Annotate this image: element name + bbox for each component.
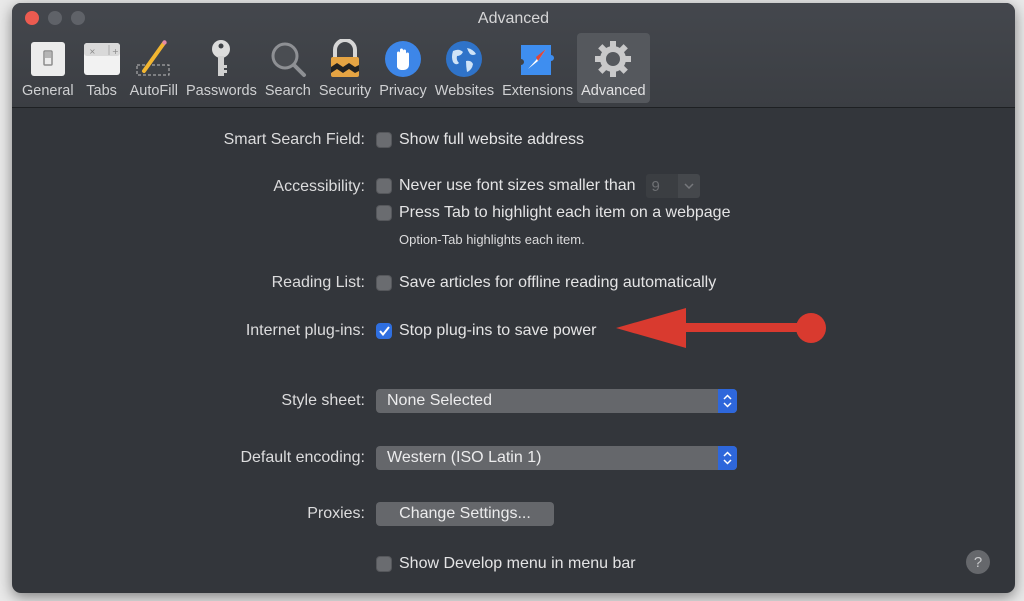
tab-autofill[interactable]: AutoFill [126,33,182,103]
option-tab-hint: Option-Tab highlights each item. [399,232,585,247]
develop-menu-text: Show Develop menu in menu bar [399,555,636,572]
reading-list-label: Reading List: [271,274,365,291]
tab-label: Security [318,83,372,99]
window-title: Advanced [477,10,550,27]
min-font-size-checkbox[interactable] [376,178,392,194]
key-icon [201,39,241,79]
help-button[interactable]: ? [966,550,990,574]
tab-label: Tabs [86,83,117,99]
plugins-label: Internet plug-ins: [245,322,365,339]
style-sheet-label: Style sheet: [281,392,365,409]
tab-label: General [22,83,74,99]
red-annotation-arrow [616,308,826,348]
offline-reading-row: Save articles for offline reading automa… [376,274,716,292]
chevron-down-icon [677,174,700,198]
tab-security[interactable]: Security [315,33,375,103]
tab-label: Search [264,83,311,99]
tab-privacy[interactable]: Privacy [375,33,431,103]
preferences-window: Advanced General × + Tabs AutoFill Passw… [12,3,1015,593]
tab-extensions[interactable]: Extensions [498,33,577,103]
stop-plugins-row: Stop plug-ins to save power [376,322,596,340]
up-down-chevron-icon [718,446,737,470]
checkmark-icon [378,326,390,336]
accessibility-label: Accessibility: [273,178,365,195]
general-switch-icon [28,39,68,79]
tab-label: Extensions [502,83,574,99]
tab-passwords[interactable]: Passwords [182,33,261,103]
compass-puzzle-icon [518,39,558,79]
develop-menu-row: Show Develop menu in menu bar [376,555,636,573]
encoding-value: Western (ISO Latin 1) [387,449,542,466]
hand-icon [383,39,423,79]
titlebar: Advanced General × + Tabs AutoFill Passw… [12,3,1015,108]
encoding-label: Default encoding: [240,449,365,466]
change-settings-button[interactable]: Change Settings... [376,502,554,526]
globe-icon [444,39,484,79]
tab-general[interactable]: General [18,33,78,103]
show-full-address-text: Show full website address [399,131,584,148]
font-size-select[interactable]: 9 [645,174,700,198]
tab-websites[interactable]: Websites [431,33,498,103]
svg-text:+: + [112,47,119,56]
show-full-address-row: Show full website address [376,131,584,149]
tab-highlight-row: Press Tab to highlight each item on a we… [376,204,730,222]
padlock-icon [325,39,365,79]
arrow-tail-dot [796,313,826,343]
magnifier-icon [268,39,308,79]
offline-reading-text: Save articles for offline reading automa… [399,274,717,291]
stop-plugins-text: Stop plug-ins to save power [399,322,597,339]
stop-plugins-checkbox[interactable] [376,323,392,339]
show-full-address-checkbox[interactable] [376,132,392,148]
style-sheet-popup[interactable]: None Selected [376,389,737,413]
tab-label: Advanced [581,83,646,99]
svg-text:×: × [89,47,96,56]
min-font-size-text: Never use font sizes smaller than [399,177,636,194]
gear-icon [593,39,633,79]
tab-tabs[interactable]: × + Tabs [78,33,126,103]
arrow-head [616,308,686,348]
style-sheet-value: None Selected [387,392,492,409]
pencil-icon [134,39,174,79]
tab-label: Websites [434,83,495,99]
offline-reading-checkbox[interactable] [376,275,392,291]
tab-label: AutoFill [129,83,178,99]
smart-search-label: Smart Search Field: [223,131,365,148]
tab-label: Passwords [185,83,257,99]
tab-advanced[interactable]: Advanced [577,33,650,103]
preferences-toolbar: General × + Tabs AutoFill Passwords Sear… [18,33,650,103]
up-down-chevron-icon [718,389,737,413]
arrow-shaft [684,323,802,332]
advanced-settings-pane: Smart Search Field: Show full website ad… [12,108,1015,593]
tabs-icon: × + [82,39,122,79]
tab-highlight-checkbox[interactable] [376,205,392,221]
tab-label: Privacy [379,83,427,99]
min-font-size-row: Never use font sizes smaller than 9 [376,174,700,198]
develop-menu-checkbox[interactable] [376,556,392,572]
proxies-label: Proxies: [307,505,365,522]
encoding-popup[interactable]: Western (ISO Latin 1) [376,446,737,470]
tab-highlight-text: Press Tab to highlight each item on a we… [399,204,731,221]
font-size-value: 9 [645,174,678,198]
tab-search[interactable]: Search [261,33,315,103]
